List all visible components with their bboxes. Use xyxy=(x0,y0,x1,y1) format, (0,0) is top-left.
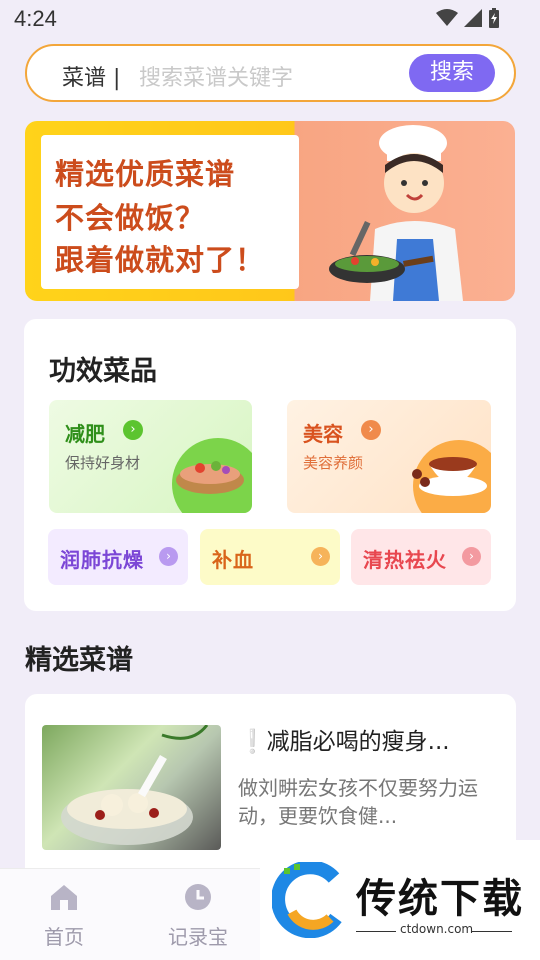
chevron-right-icon: › xyxy=(123,420,143,440)
recipe-image xyxy=(42,725,221,850)
watermark: 传统下载 ctdown.com xyxy=(260,840,540,960)
watermark-url: ctdown.com xyxy=(400,922,474,936)
recipe-title: ❕减脂必喝的瘦身... xyxy=(238,729,450,755)
nav-records[interactable]: 记录宝 xyxy=(168,883,228,950)
battery-icon xyxy=(489,8,499,28)
dessert-cup-icon xyxy=(412,440,491,513)
recipe-desc: 做刘畊宏女孩不仅要努力运动，更要饮食健... xyxy=(238,776,478,828)
chevron-right-icon: › xyxy=(159,547,178,566)
signal-icon xyxy=(464,9,482,27)
status-time: 4:24 xyxy=(14,6,57,31)
watermark-logo-icon xyxy=(272,862,342,938)
salad-bowl-icon xyxy=(172,438,252,513)
status-bar: 4:24 xyxy=(0,0,540,36)
tile-lose-weight[interactable]: 减肥 › 保持好身材 xyxy=(49,400,252,513)
chevron-right-icon: › xyxy=(462,547,481,566)
nav-records-label: 记录宝 xyxy=(168,925,228,949)
tile-lose-weight-sub: 保持好身材 xyxy=(65,454,141,472)
promo-banner[interactable]: 精选优质菜谱 不会做饭？ 跟着做就对了！ xyxy=(25,121,515,301)
watermark-text: 传统下载 xyxy=(356,876,524,922)
search-category-label[interactable]: 菜谱 | xyxy=(62,60,120,92)
home-icon xyxy=(51,885,77,910)
banner-line-3: 跟着做就对了！ xyxy=(55,243,266,277)
tile-beauty-name: 美容 xyxy=(303,422,343,446)
tile-clear-heat-name: 清热祛火 xyxy=(363,548,447,572)
nav-home[interactable]: 首页 xyxy=(44,883,84,950)
chevron-right-icon: › xyxy=(361,420,381,440)
clock-icon xyxy=(185,884,211,910)
tile-clear-heat[interactable]: 清热祛火 › xyxy=(351,529,491,585)
tile-nourish-blood[interactable]: 补血 › xyxy=(200,529,340,585)
tile-lose-weight-name: 减肥 xyxy=(65,422,105,446)
tile-nourish-blood-name: 补血 xyxy=(212,548,254,572)
wifi-icon xyxy=(436,9,458,26)
search-bar[interactable]: 菜谱 | 搜索菜谱关键字 搜索 xyxy=(25,44,516,102)
featured-title: 精选菜谱 xyxy=(25,645,133,676)
banner-line-2: 不会做饭？ xyxy=(55,201,206,235)
chevron-right-icon: › xyxy=(311,547,330,566)
search-button[interactable]: 搜索 xyxy=(409,54,495,92)
tile-beauty[interactable]: 美容 › 美容养颜 xyxy=(287,400,491,513)
tile-beauty-sub: 美容养颜 xyxy=(303,454,364,472)
tile-moisten-lung-name: 润肺抗燥 xyxy=(60,548,144,572)
nav-home-label: 首页 xyxy=(44,925,84,949)
banner-line-1: 精选优质菜谱 xyxy=(55,157,236,191)
chef-illustration xyxy=(329,125,463,301)
tile-moisten-lung[interactable]: 润肺抗燥 › xyxy=(48,529,188,585)
efficacy-title: 功效菜品 xyxy=(49,356,157,387)
search-input[interactable]: 搜索菜谱关键字 xyxy=(139,60,293,92)
